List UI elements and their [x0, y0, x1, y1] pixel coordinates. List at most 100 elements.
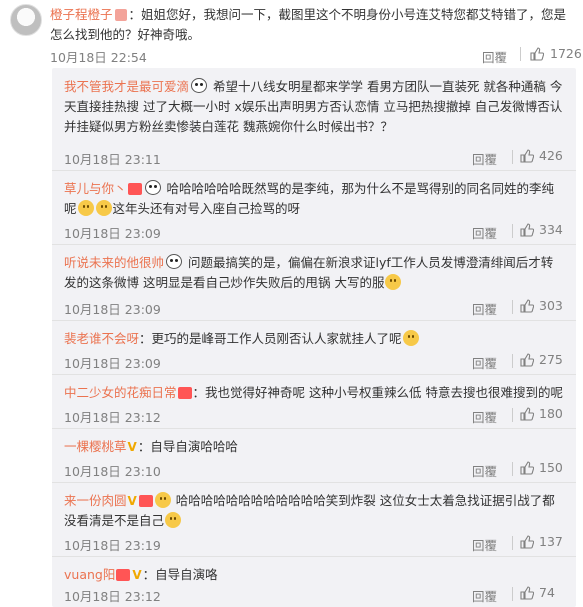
main-comment-username[interactable]: 橙子程橙子: [50, 7, 113, 22]
like-button[interactable]: 137: [520, 534, 563, 549]
like-count: 180: [539, 406, 563, 421]
like-button[interactable]: 74: [520, 585, 555, 600]
reply-meta: 10月18日 23:10 回覆 150: [64, 456, 564, 482]
reply-text: ：自导自演咯: [142, 567, 218, 582]
divider: [512, 462, 513, 476]
reply-time: 10月18日 23:12: [64, 410, 161, 425]
panda-emoji-icon: [191, 78, 208, 93]
thumbs-up-icon: [520, 460, 534, 475]
list-item: 来一份肉圆V 哈哈哈哈哈哈哈哈哈哈哈哈笑到炸裂 这位女士太着急找证据引战了都没看…: [52, 482, 576, 557]
reply-button[interactable]: 回覆: [472, 535, 497, 554]
reply-username[interactable]: 中二少女的花痴日常: [64, 385, 177, 400]
list-item: 听说未来的他很帅 问题最搞笑的是，偏偏在新浪求证lyf工作人员发博澄清绯闻后才转…: [52, 244, 576, 321]
reply-username[interactable]: 我不管我才是最可爱滴: [64, 79, 189, 94]
reply-meta: 10月18日 23:12 回覆 74: [64, 581, 564, 607]
reply-button[interactable]: 回覆: [472, 149, 497, 168]
reply-button[interactable]: 回覆: [472, 407, 497, 426]
divider: [520, 47, 521, 61]
fan-badge-icon: [116, 569, 131, 581]
divider: [512, 300, 513, 314]
reply-time: 10月18日 23:11: [64, 152, 161, 167]
reply-button[interactable]: 回覆: [472, 586, 497, 605]
main-comment-time: 10月18日 22:54: [50, 50, 147, 65]
smile-emoji-icon: [77, 200, 94, 216]
panda-emoji-icon: [144, 180, 161, 195]
like-button[interactable]: 180: [520, 406, 563, 421]
reply-time: 10月18日 23:10: [64, 464, 161, 479]
smile-emoji-icon: [402, 330, 419, 346]
divider: [512, 224, 513, 238]
fan-badge-icon: [127, 183, 142, 195]
reply-meta: 10月18日 23:11 回覆 426: [64, 144, 564, 170]
panda-emoji-icon: [166, 254, 183, 269]
reply-body: 一棵樱桃草V：自导自演哈哈哈: [64, 437, 564, 457]
reply-button[interactable]: 回覆: [472, 223, 497, 242]
main-comment-like-button[interactable]: 1726: [530, 46, 582, 61]
like-button[interactable]: 275: [520, 352, 563, 367]
reply-meta: 10月18日 23:19 回覆 137: [64, 530, 564, 556]
divider: [512, 536, 513, 550]
reply-time: 10月18日 23:09: [64, 226, 161, 241]
hourglass-badge-icon: [114, 9, 127, 21]
like-button[interactable]: 303: [520, 298, 563, 313]
main-comment-reply-button[interactable]: 回覆: [482, 47, 507, 66]
reply-button[interactable]: 回覆: [472, 461, 497, 480]
list-item: 一棵樱桃草V：自导自演哈哈哈 10月18日 23:10 回覆 150: [52, 428, 576, 483]
thumbs-up-icon: [520, 585, 534, 600]
reply-button[interactable]: 回覆: [472, 299, 497, 318]
reply-body: 中二少女的花痴日常 ：我也觉得好神奇呢 这种小号权重辣么低 特意去搜也很难搜到的呢: [64, 383, 564, 403]
main-comment: 橙子程橙子 ：姐姐您好，我想问一下，截图里这个不明身份小号连艾特您都艾特错了，您是…: [0, 0, 583, 70]
like-count: 74: [539, 585, 555, 600]
reply-meta: 10月18日 23:09 回覆 303: [64, 294, 564, 320]
reply-time: 10月18日 23:19: [64, 538, 161, 553]
reply-username[interactable]: 一棵樱桃草: [64, 439, 127, 454]
like-count: 137: [539, 534, 563, 549]
like-count: 150: [539, 460, 563, 475]
fan-badge-icon: [177, 387, 192, 399]
vip-badge-icon: V: [127, 494, 137, 508]
reply-username[interactable]: vuang阳: [64, 567, 115, 582]
reply-meta: 10月18日 23:09 回覆 334: [64, 218, 564, 244]
reply-body: 裴老谁不会呀：更巧的是峰哥工作人员刚否认人家就挂人了呢: [64, 329, 564, 349]
thumbs-up-icon: [520, 406, 534, 421]
reply-username[interactable]: 裴老谁不会呀: [64, 331, 139, 346]
divider: [512, 150, 513, 164]
reply-username[interactable]: 草儿与你丶: [64, 181, 127, 196]
avatar[interactable]: [10, 4, 42, 36]
like-count: 275: [539, 352, 563, 367]
reply-body: 来一份肉圆V 哈哈哈哈哈哈哈哈哈哈哈哈笑到炸裂 这位女士太着急找证据引战了都没看…: [64, 491, 564, 531]
reply-text: 哈哈哈哈哈哈哈哈哈哈哈哈笑到炸裂 这位女士太着急找证据引战了都没看清是不是自己: [64, 493, 555, 528]
reply-meta: 10月18日 23:09 回覆 275: [64, 348, 564, 374]
reply-body: 我不管我才是最可爱滴 希望十八线女明星都来学学 看男方团队一直装死 就各种通稿 …: [64, 77, 564, 137]
reply-username[interactable]: 听说未来的他很帅: [64, 255, 164, 270]
smile-emoji-icon: [95, 200, 112, 216]
list-item: 我不管我才是最可爱滴 希望十八线女明星都来学学 看男方团队一直装死 就各种通稿 …: [52, 68, 576, 171]
fan-badge-icon: [138, 495, 153, 507]
smile-emoji-icon: [154, 492, 171, 508]
reply-body: 草儿与你丶 哈哈哈哈哈哈既然骂的是李纯，那为什么不是骂得别的同名同姓的李纯呢 这年…: [64, 179, 564, 219]
reply-text: ：自导自演哈哈哈: [137, 439, 238, 454]
main-comment-meta: 10月18日 22:54 回覆 1726: [50, 45, 582, 66]
like-count: 334: [539, 222, 563, 237]
like-button[interactable]: 150: [520, 460, 563, 475]
list-item: vuang阳 V：自导自演咯 10月18日 23:12 回覆 74: [52, 556, 576, 607]
reply-text: ：我也觉得好神奇呢 这种小号权重辣么低 特意去搜也很难搜到的呢: [192, 385, 563, 400]
list-item: 裴老谁不会呀：更巧的是峰哥工作人员刚否认人家就挂人了呢 10月18日 23:09…: [52, 320, 576, 375]
replies-list: 我不管我才是最可爱滴 希望十八线女明星都来学学 看男方团队一直装死 就各种通稿 …: [52, 68, 576, 607]
list-item: 中二少女的花痴日常 ：我也觉得好神奇呢 这种小号权重辣么低 特意去搜也很难搜到的呢…: [52, 374, 576, 429]
reply-time: 10月18日 23:09: [64, 302, 161, 317]
thumbs-up-icon: [520, 148, 534, 163]
reply-username[interactable]: 来一份肉圆: [64, 493, 127, 508]
main-comment-body: 橙子程橙子 ：姐姐您好，我想问一下，截图里这个不明身份小号连艾特您都艾特错了，您是…: [50, 5, 570, 45]
reply-button[interactable]: 回覆: [472, 353, 497, 372]
like-button[interactable]: 334: [520, 222, 563, 237]
thumbs-up-icon: [530, 46, 544, 61]
thumbs-up-icon: [520, 298, 534, 313]
divider: [512, 354, 513, 368]
like-button[interactable]: 426: [520, 148, 563, 163]
main-comment-text: ：姐姐您好，我想问一下，截图里这个不明身份小号连艾特您都艾特错了，您是怎么找到他…: [50, 7, 567, 42]
reply-time: 10月18日 23:12: [64, 589, 161, 604]
reply-text-2: 这年头还有对号入座自己捡骂的呀: [112, 201, 301, 216]
reply-meta: 10月18日 23:12 回覆 180: [64, 402, 564, 428]
thumbs-up-icon: [520, 534, 534, 549]
